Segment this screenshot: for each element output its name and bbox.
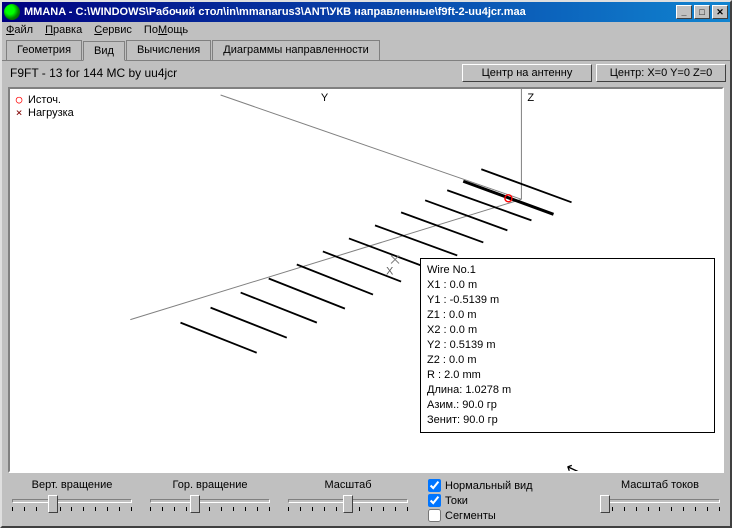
menu-edit[interactable]: Правка xyxy=(45,24,82,36)
cursor-icon: ↖ xyxy=(563,457,582,473)
viewport[interactable]: ○Источ. ×Нагрузка Y Z xyxy=(8,87,724,473)
app-icon xyxy=(4,4,20,20)
titlebar: MMANA - C:\WINDOWS\Рабочий стол\in\mmana… xyxy=(2,2,730,22)
axis-z-label: Z xyxy=(527,92,534,104)
horiz-rotation-slider[interactable] xyxy=(150,493,270,517)
info-line: Wire No.1 xyxy=(427,263,708,278)
normal-view-checkbox[interactable]: Нормальный вид xyxy=(428,479,533,492)
center-antenna-button[interactable]: Центр на антенну xyxy=(462,64,592,82)
window-title: MMANA - C:\WINDOWS\Рабочий стол\in\mmana… xyxy=(24,6,676,18)
segments-label: Сегменты xyxy=(445,510,496,522)
center-origin-button[interactable]: Центр: X=0 Y=0 Z=0 xyxy=(596,64,726,82)
segments-checkbox[interactable]: Сегменты xyxy=(428,509,533,522)
menu-file[interactable]: Файл xyxy=(6,24,33,36)
close-button[interactable]: ✕ xyxy=(712,5,728,19)
info-line: Z1 : 0.0 m xyxy=(427,308,708,323)
tab-pattern[interactable]: Диаграммы направленности xyxy=(212,40,380,60)
menu-help[interactable]: ПоМощь xyxy=(144,24,188,36)
current-scale-label: Масштаб токов xyxy=(621,479,699,491)
minimize-button[interactable]: _ xyxy=(676,5,692,19)
info-line: Y1 : -0.5139 m xyxy=(427,293,708,308)
current-scale-slider[interactable] xyxy=(600,493,720,517)
info-line: Z2 : 0.0 m xyxy=(427,353,708,368)
info-line: X1 : 0.0 m xyxy=(427,278,708,293)
scale-label: Масштаб xyxy=(324,479,371,491)
currents-label: Токи xyxy=(445,495,468,507)
bottom-controls: Верт. вращение Гор. вращение Масштаб xyxy=(2,475,730,526)
axis-y-label: Y xyxy=(321,92,329,104)
tab-calc[interactable]: Вычисления xyxy=(126,40,211,60)
normal-view-label: Нормальный вид xyxy=(445,480,533,492)
menubar: Файл Правка Сервис ПоМощь xyxy=(2,22,730,38)
info-line: Азим.: 90.0 гр xyxy=(427,398,708,413)
info-line: X2 : 0.0 m xyxy=(427,323,708,338)
menu-service[interactable]: Сервис xyxy=(94,24,132,36)
tab-view[interactable]: Вид xyxy=(83,41,125,61)
maximize-button[interactable]: □ xyxy=(694,5,710,19)
svg-text:X: X xyxy=(386,266,394,278)
info-line: R : 2.0 mm xyxy=(427,368,708,383)
currents-checkbox[interactable]: Токи xyxy=(428,494,533,507)
horiz-rotation-label: Гор. вращение xyxy=(172,479,247,491)
vert-rotation-slider[interactable] xyxy=(12,493,132,517)
scale-slider[interactable] xyxy=(288,493,408,517)
vert-rotation-label: Верт. вращение xyxy=(32,479,113,491)
info-line: Зенит: 90.0 гр xyxy=(427,413,708,428)
toolbar: F9FT - 13 for 144 MC by uu4jcr Центр на … xyxy=(2,61,730,85)
info-line: Длина: 1.0278 m xyxy=(427,383,708,398)
tab-bar: Геометрия Вид Вычисления Диаграммы напра… xyxy=(2,38,730,61)
model-subtitle: F9FT - 13 for 144 MC by uu4jcr xyxy=(6,66,458,80)
wire-info-tooltip: Wire No.1 X1 : 0.0 m Y1 : -0.5139 m Z1 :… xyxy=(420,258,715,433)
info-line: Y2 : 0.5139 m xyxy=(427,338,708,353)
tab-geometry[interactable]: Геометрия xyxy=(6,40,82,60)
